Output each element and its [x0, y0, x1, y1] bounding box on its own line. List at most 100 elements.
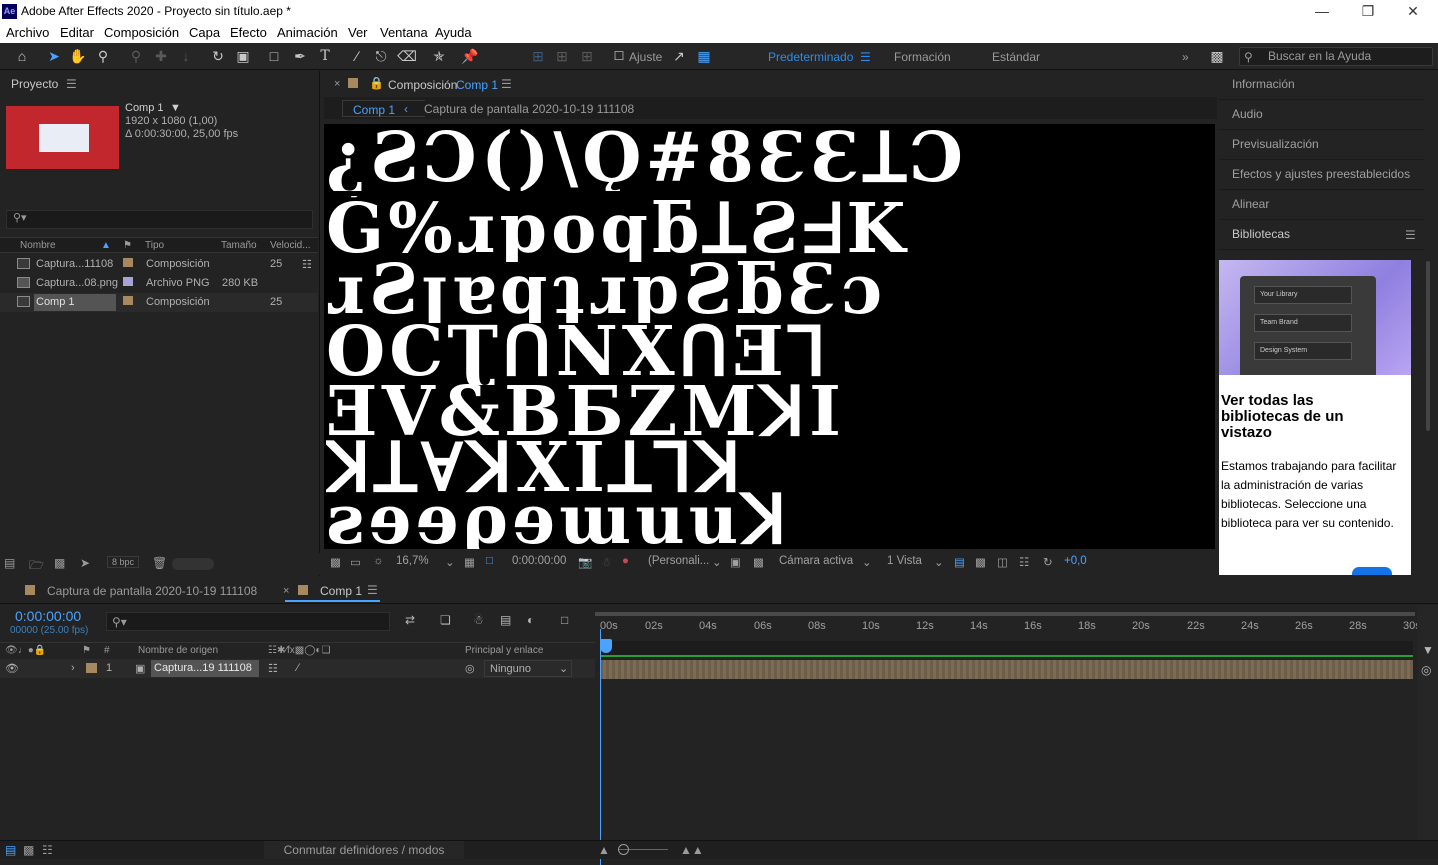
thumbnail-slider[interactable]	[172, 558, 214, 570]
chevron-down-icon[interactable]: ⌄	[559, 662, 568, 675]
zoom-value[interactable]: 16,7%	[396, 555, 429, 567]
zoom-in-icon[interactable]: ▲▲	[680, 843, 704, 857]
menu-ayuda[interactable]: Ayuda	[435, 25, 472, 40]
layer-switches-icon[interactable]: ▤	[5, 843, 16, 857]
reset-exposure-icon[interactable]: ↻	[1043, 555, 1053, 569]
menu-editar[interactable]: Editar	[60, 25, 94, 40]
safe-zones-icon[interactable]: ▦	[464, 555, 475, 569]
close-button[interactable]: ✕	[1390, 0, 1436, 23]
column-number[interactable]: #	[104, 645, 110, 656]
pick-whip-icon[interactable]: ◎	[465, 662, 475, 675]
column-parent[interactable]: Principal y enlace	[465, 645, 543, 656]
crumb-comp[interactable]: Comp 1	[342, 100, 425, 117]
panel-previsualizacion[interactable]: Previsualización	[1219, 131, 1424, 160]
project-search-input[interactable]: ⚲▾	[6, 210, 313, 229]
search-help-toggle-icon[interactable]: ▩	[1207, 47, 1227, 65]
color-channels-icon[interactable]: ●	[622, 555, 629, 567]
collapse-switch-icon[interactable]: ☷	[268, 662, 278, 675]
time-ruler[interactable]: 00s 02s 04s 06s 08s 10s 12s 14s 16s 18s …	[595, 617, 1421, 639]
new-folder-icon[interactable]: 🗁	[29, 556, 44, 577]
menu-composicion[interactable]: Composición	[104, 25, 179, 40]
column-name[interactable]: Nombre	[20, 240, 56, 251]
snap-features-icon[interactable]: ▦	[694, 47, 714, 65]
fast-previews-icon[interactable]: ▩	[975, 555, 986, 569]
project-item-row[interactable]: Comp 1 Composición 25	[0, 293, 318, 312]
libraries-action-button[interactable]	[1352, 567, 1392, 575]
label-swatch[interactable]	[86, 663, 97, 673]
menu-ver[interactable]: Ver	[348, 25, 368, 40]
text-tool-icon[interactable]: T	[315, 47, 335, 65]
marker-icon[interactable]: ▼	[1422, 643, 1434, 657]
show-snapshot-icon[interactable]: ☃	[601, 555, 611, 569]
transparency-grid-icon[interactable]: □	[486, 555, 493, 567]
resolution-select[interactable]: (Personali...	[648, 555, 709, 567]
panel-bibliotecas[interactable]: Bibliotecas	[1219, 221, 1424, 250]
pen-tool-icon[interactable]: ✒	[290, 47, 310, 65]
motion-blur-icon[interactable]: ◐	[527, 613, 534, 627]
rotate-tool-icon[interactable]: ↻	[208, 47, 228, 65]
panel-efectos[interactable]: Efectos y ajustes preestablecidos	[1219, 161, 1424, 190]
flowchart-icon[interactable]: ☷	[302, 258, 312, 271]
shy-layers-icon[interactable]: ☃	[473, 613, 484, 627]
chevron-down-icon[interactable]: ⌄	[862, 555, 872, 569]
chevron-down-icon[interactable]: ⌄	[712, 555, 722, 569]
eraser-tool-icon[interactable]: ⌫	[397, 47, 417, 65]
label-swatch[interactable]	[123, 258, 133, 267]
comp-button-icon[interactable]: ◎	[1421, 663, 1431, 677]
panel-alinear[interactable]: Alinear	[1219, 191, 1424, 220]
column-size[interactable]: Tamaño	[221, 240, 257, 251]
zoom-slider-handle[interactable]	[618, 844, 629, 855]
project-item-row[interactable]: Captura...11108 Composición 25 ☷	[0, 255, 318, 274]
comp-mini-flowchart-icon[interactable]: ⇄	[405, 613, 415, 627]
label-swatch[interactable]	[123, 296, 133, 305]
always-preview-icon[interactable]: ▩	[330, 555, 341, 569]
graph-editor-icon[interactable]: □	[561, 613, 568, 627]
playhead-handle[interactable]	[600, 639, 612, 653]
rectangle-tool-icon[interactable]: □	[264, 47, 284, 65]
hand-tool-icon[interactable]: ✋	[68, 47, 88, 65]
expand-layer-chevron-icon[interactable]: ›	[71, 662, 75, 674]
view-layout-select[interactable]: 1 Vista	[887, 555, 922, 567]
layer-row[interactable]: 👁 › 1 ▣ Captura...19 111108 ☷ ∕ ◎ Ningun…	[0, 659, 595, 678]
timeline-icon[interactable]: ◫	[997, 555, 1008, 569]
sort-ascending-icon[interactable]: ▲	[101, 240, 111, 251]
zoom-tool-icon[interactable]: ⚲	[93, 47, 113, 65]
view-axis-icon[interactable]: ⊞	[577, 47, 597, 65]
transparency-icon[interactable]: ▩	[753, 555, 764, 569]
orbit-camera-icon[interactable]: ⚲	[126, 47, 146, 65]
pan-camera-icon[interactable]: ✚	[151, 47, 171, 65]
label-column-icon[interactable]: ⚑	[82, 645, 91, 656]
workspace-formacion[interactable]: Formación	[894, 50, 951, 64]
camera-snapshot-icon[interactable]: 📷	[578, 555, 592, 569]
layer-name[interactable]: Captura...19 111108	[151, 660, 259, 677]
selection-tool-icon[interactable]: ➤	[44, 47, 64, 65]
home-icon[interactable]: ⌂	[12, 47, 32, 65]
project-item-row[interactable]: Captura...08.png Archivo PNG 280 KB	[0, 274, 318, 293]
composition-viewer[interactable]: ¿ƧƆ()\Ǫ#8ƐƐꓕƆ Ǵ%ɹpoqƃꓕƧᖵK ɹƧꞁɐqʇɹpƧƃƐɔ O…	[324, 124, 1215, 549]
scrollbar[interactable]	[1426, 261, 1430, 431]
comp-name[interactable]: Comp 1	[125, 102, 164, 114]
clone-stamp-tool-icon[interactable]: ⎋	[371, 47, 391, 65]
chevron-down-icon[interactable]: ⌄	[445, 555, 455, 569]
menu-efecto[interactable]: Efecto	[230, 25, 267, 40]
snap-edges-icon[interactable]: ↗	[669, 47, 689, 65]
maximize-button[interactable]: ❐	[1345, 0, 1391, 23]
panel-menu-icon[interactable]: ☰	[367, 583, 378, 597]
workspace-predeterminado[interactable]: Predeterminado	[768, 50, 853, 64]
draft-3d-icon[interactable]: ❏	[440, 613, 451, 627]
flowchart-icon[interactable]: ☷	[1019, 555, 1029, 569]
roi-icon[interactable]: ▣	[730, 555, 741, 569]
eye-icon[interactable]: 👁	[5, 662, 19, 675]
layer-duration-bar[interactable]	[600, 660, 1413, 679]
close-tab-icon[interactable]: ×	[283, 585, 289, 597]
composition-tab-label[interactable]: Composición	[388, 78, 457, 92]
roto-brush-tool-icon[interactable]: ✯	[429, 47, 449, 65]
bit-depth-button[interactable]: 8 bpc	[107, 556, 140, 568]
puppet-pin-tool-icon[interactable]: 📌	[460, 47, 480, 65]
camera-select[interactable]: Cámara activa	[779, 555, 853, 567]
exposure-value[interactable]: +0,0	[1064, 555, 1087, 567]
local-axis-icon[interactable]: ⊞	[528, 47, 548, 65]
panel-menu-icon[interactable]: ☰	[1405, 228, 1416, 242]
timeline-tab-comp1[interactable]: Comp 1	[320, 584, 362, 598]
toggle-switches-modes-button[interactable]: Conmutar definidores / modos	[264, 841, 464, 859]
